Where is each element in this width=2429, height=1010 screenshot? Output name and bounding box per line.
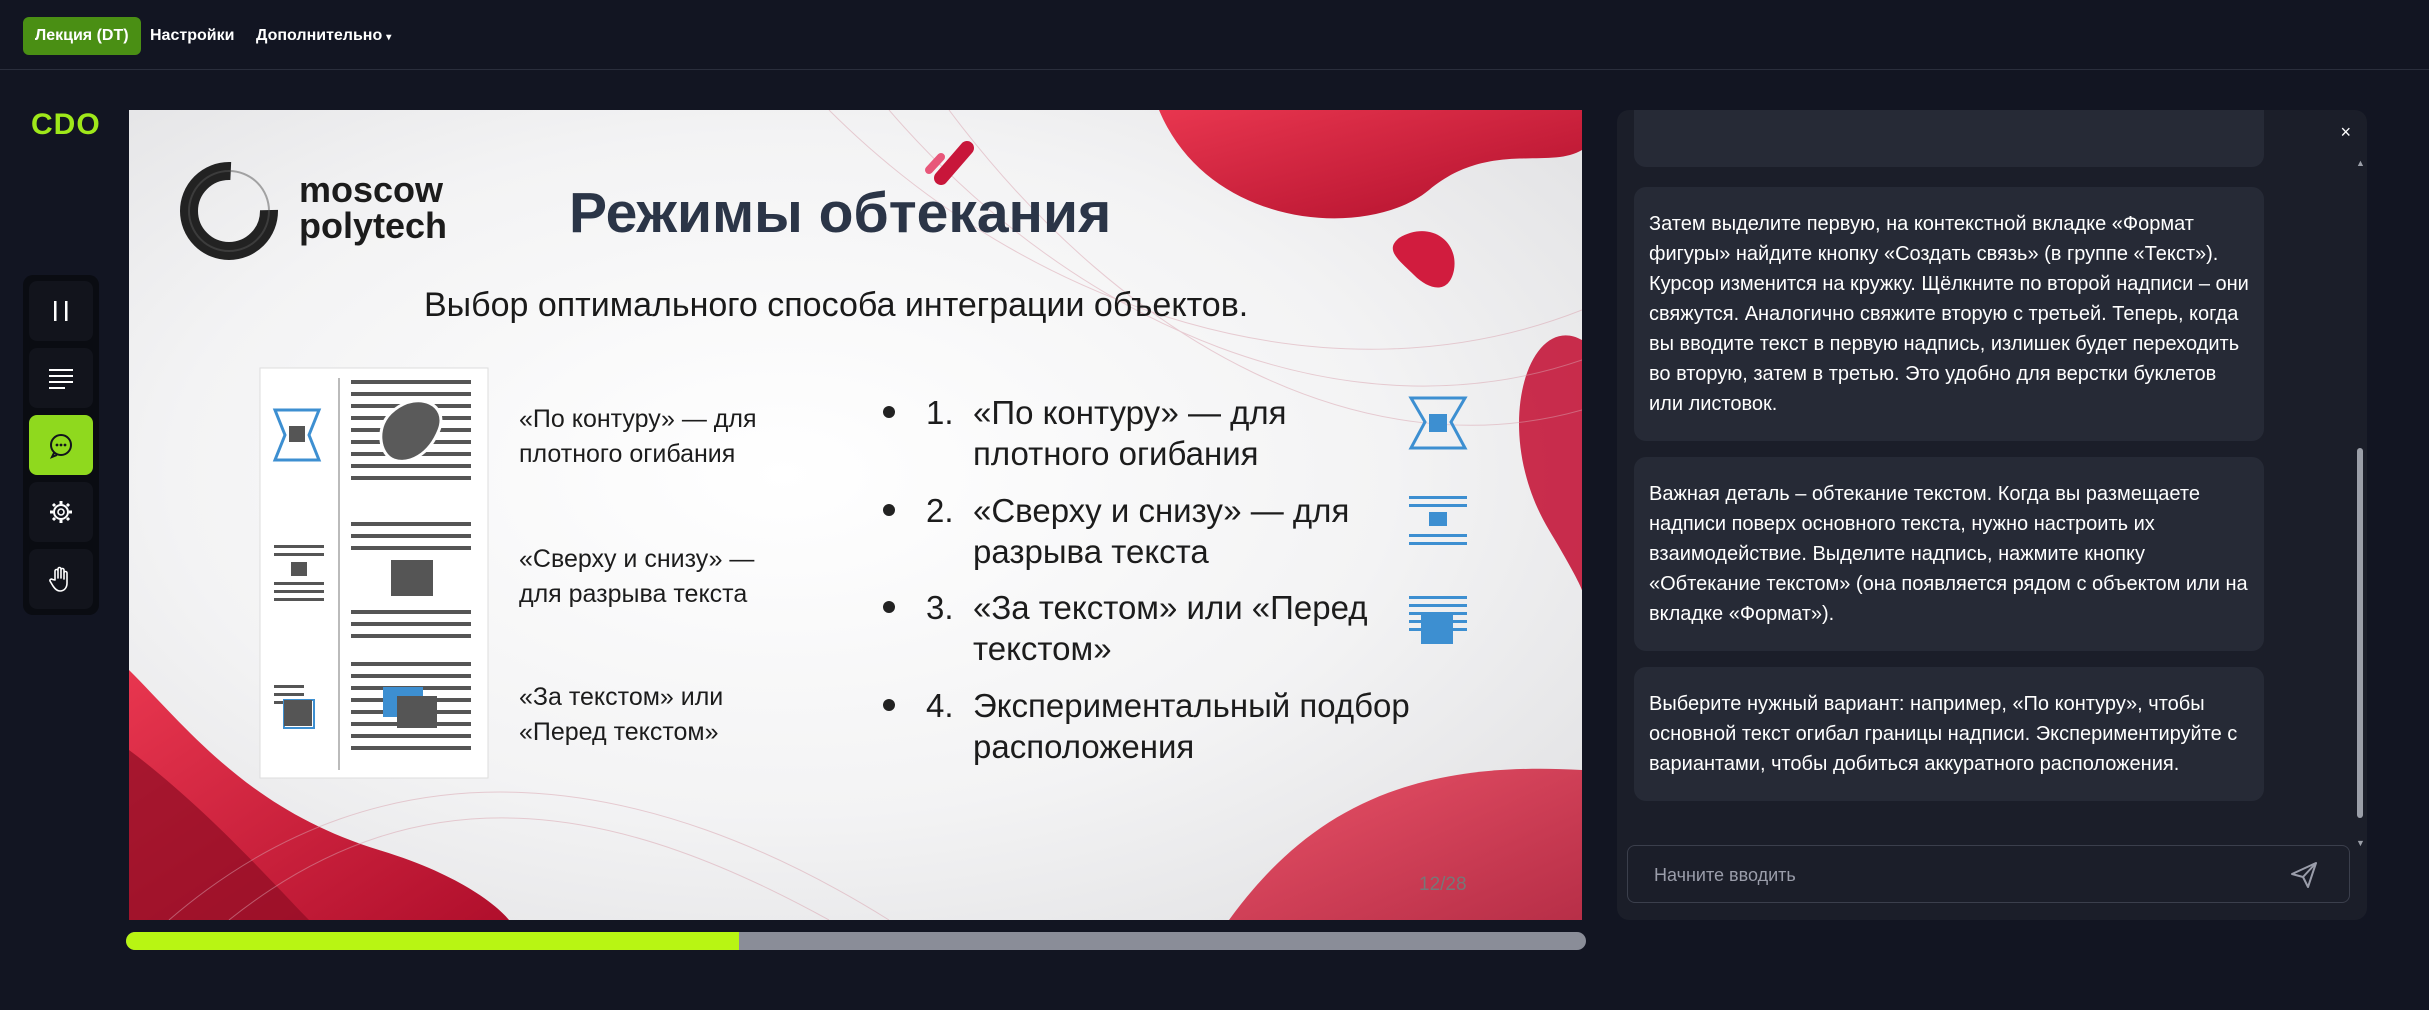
list-item-1: 1. «По контуру» — для плотного огибания bbox=[926, 392, 1287, 474]
raise-hand-button[interactable] bbox=[29, 549, 93, 609]
chat-scrollbar-thumb[interactable] bbox=[2357, 448, 2363, 818]
list-item-2-line2: разрыва текста bbox=[973, 533, 1209, 570]
list-item-1-num: 1. bbox=[926, 394, 954, 431]
left-item-2: «Сверху и снизу» — для разрыва текста bbox=[519, 542, 754, 612]
chat-button[interactable] bbox=[29, 415, 93, 475]
gear-icon bbox=[50, 501, 72, 523]
list-item-2-num: 2. bbox=[926, 492, 954, 529]
chat-message: Затем выделите первую, на контекстной вк… bbox=[1634, 187, 2264, 441]
chat-message: Выберите нужный вариант: например, «По к… bbox=[1634, 667, 2264, 801]
list-item-1-line1: «По контуру» — для bbox=[973, 394, 1287, 431]
lecture-progress-bar[interactable] bbox=[126, 932, 1586, 950]
left-item-3-line2: «Перед текстом» bbox=[519, 718, 719, 746]
tab-more-label: Дополнительно bbox=[256, 27, 383, 44]
chat-icon bbox=[49, 434, 72, 459]
left-item-3-line1: «За текстом» или bbox=[519, 683, 724, 711]
left-item-2-line1: «Сверху и снизу» — bbox=[519, 545, 755, 573]
side-toolbar bbox=[23, 275, 99, 615]
tab-settings[interactable]: Настройки bbox=[138, 17, 246, 55]
brand-name: moscow polytech bbox=[299, 172, 447, 244]
pause-button[interactable] bbox=[29, 281, 93, 341]
list-item-3-line1: «За текстом» или «Перед bbox=[973, 589, 1368, 626]
chat-panel: × Затем выделите первую, на контекстной … bbox=[1617, 110, 2367, 920]
brand-line-2: polytech bbox=[299, 205, 448, 246]
scroll-up-icon[interactable]: ▲ bbox=[2356, 158, 2365, 168]
list-item-1-line2: плотного огибания bbox=[973, 435, 1259, 472]
list-item-4: 4. Экспериментальный подбор расположения bbox=[926, 685, 1410, 767]
settings-button[interactable] bbox=[29, 482, 93, 542]
left-item-1-line2: плотного огибания bbox=[519, 440, 736, 468]
list-icon bbox=[49, 369, 73, 389]
list-item-4-line2: расположения bbox=[973, 728, 1195, 765]
tab-lecture[interactable]: Лекция (DT) bbox=[23, 17, 141, 55]
list-item-4-line1: Экспериментальный подбор bbox=[973, 687, 1410, 724]
list-item-4-num: 4. bbox=[926, 687, 954, 724]
caret-down-icon: ▾ bbox=[386, 32, 392, 43]
send-icon[interactable] bbox=[2289, 860, 2319, 890]
lecture-slide: moscow polytech Режимы обтекания Выбор оп… bbox=[129, 110, 1582, 920]
left-item-1-line1: «По контуру» — для bbox=[519, 405, 757, 433]
list-item-3-num: 3. bbox=[926, 589, 954, 626]
close-icon[interactable]: × bbox=[2340, 122, 2351, 143]
chat-message: Важная деталь – обтекание текстом. Когда… bbox=[1634, 457, 2264, 651]
progress-fill bbox=[126, 932, 740, 950]
chat-input-box bbox=[1627, 845, 2350, 904]
list-item-2: 2. «Сверху и снизу» — для разрыва текста bbox=[926, 490, 1349, 572]
pause-icon bbox=[54, 301, 68, 321]
top-bar: Лекция (DT) Настройки Дополнительно ▾ bbox=[0, 0, 2429, 70]
slide-subtitle: Выбор оптимального способа интеграции об… bbox=[424, 286, 1249, 324]
list-item-3: 3. «За текстом» или «Перед текстом» bbox=[926, 587, 1367, 669]
scroll-down-icon[interactable]: ▼ bbox=[2356, 838, 2365, 848]
brand-line-1: moscow bbox=[299, 169, 444, 210]
app-logo: CDO bbox=[31, 108, 101, 141]
chat-scrollbar[interactable]: ▲ ▼ bbox=[2355, 158, 2365, 848]
chat-input[interactable] bbox=[1652, 846, 2256, 904]
list-item-3-line2: текстом» bbox=[973, 630, 1112, 667]
list-item-2-line1: «Сверху и снизу» — для bbox=[973, 492, 1350, 529]
slide-page-number: 12/28 bbox=[1419, 874, 1467, 895]
chat-message-previous bbox=[1634, 110, 2264, 167]
hand-icon bbox=[49, 566, 68, 592]
left-item-1: «По контуру» — для плотного огибания bbox=[519, 402, 757, 472]
transcript-button[interactable] bbox=[29, 348, 93, 408]
left-item-2-line2: для разрыва текста bbox=[519, 580, 748, 608]
slide-title: Режимы обтекания bbox=[569, 181, 1112, 245]
tab-more-dropdown[interactable]: Дополнительно ▾ bbox=[244, 17, 403, 55]
left-item-3: «За текстом» или «Перед текстом» bbox=[519, 680, 723, 750]
